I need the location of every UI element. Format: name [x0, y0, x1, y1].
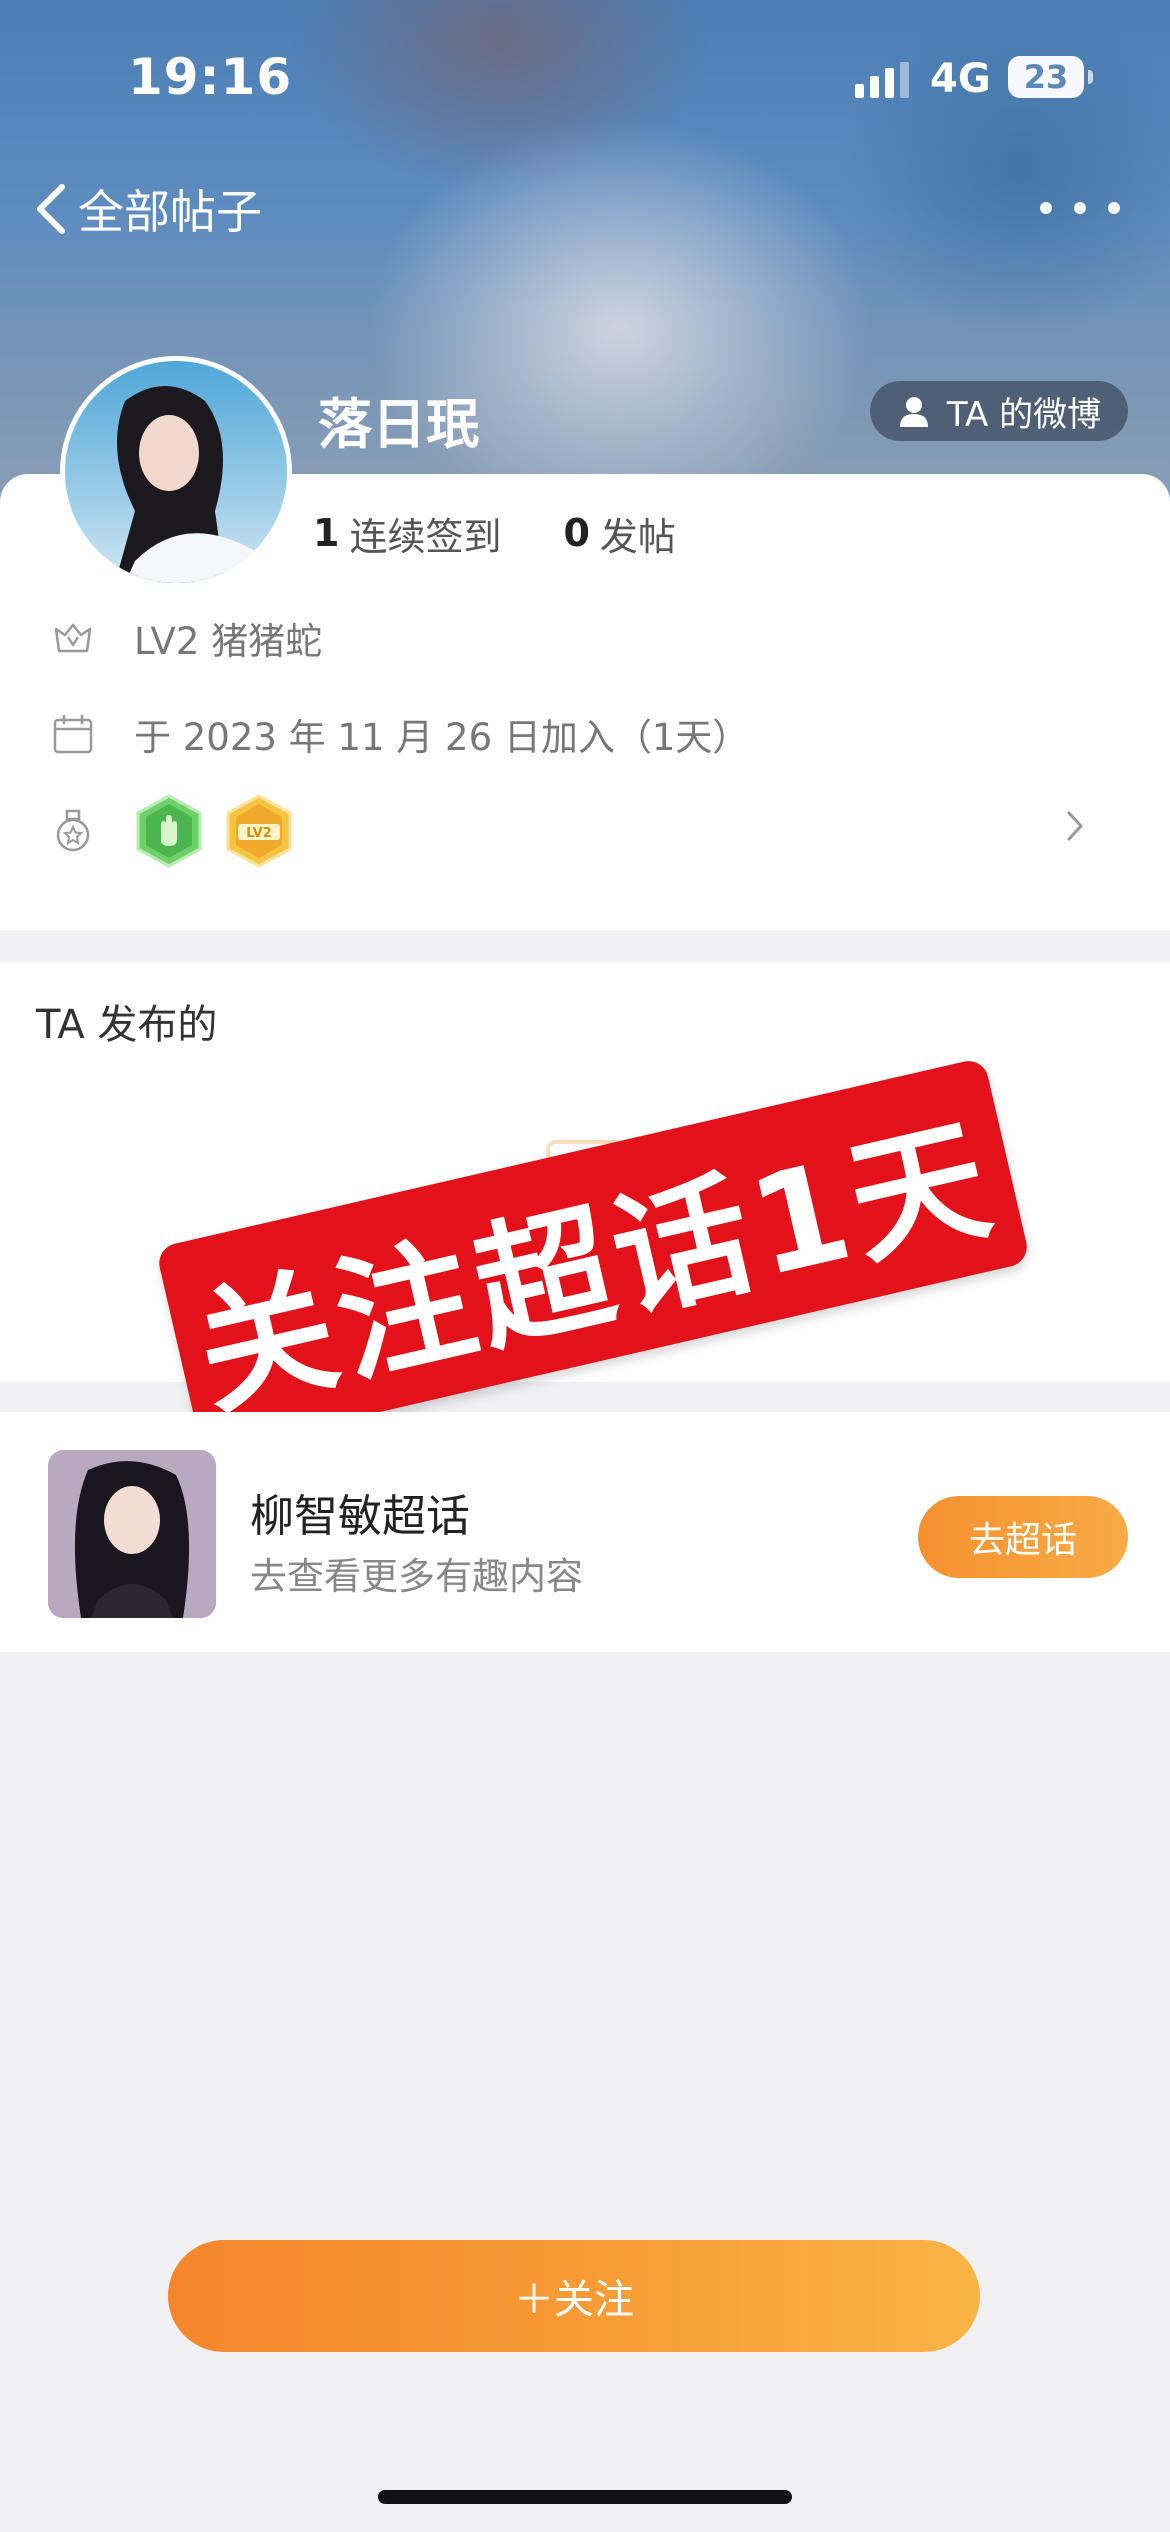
badges-row[interactable]: LV2: [48, 794, 1128, 868]
svg-text:LV2: LV2: [246, 826, 272, 841]
signin-count: 1: [313, 511, 340, 555]
go-super-topic-button[interactable]: 去超话: [918, 1496, 1128, 1578]
battery-tip: [1088, 70, 1093, 84]
username: 落日珉: [318, 393, 480, 456]
posted-section-title: TA 发布的: [36, 1002, 218, 1048]
super-topic-row[interactable]: 柳智敏超话 去查看更多有趣内容 去超话: [0, 1412, 1170, 1652]
topic-description: 去查看更多有趣内容: [250, 1555, 583, 1598]
more-dot-icon: [1040, 202, 1052, 214]
post-count: 0: [563, 511, 590, 555]
level-row: LV2 猪猪蛇: [48, 608, 1128, 668]
post-label: 发帖: [599, 514, 676, 559]
avatar-image: [65, 361, 287, 583]
medal-icon: [48, 806, 98, 856]
lv2-badge-icon[interactable]: LV2: [224, 794, 294, 868]
back-label: 全部帖子: [78, 185, 262, 239]
follow-button[interactable]: ＋关注: [168, 2240, 980, 2352]
avatar[interactable]: [60, 356, 292, 588]
nav-bar: 全部帖子: [0, 160, 1170, 260]
more-options-button[interactable]: [1040, 188, 1120, 228]
join-date-row: 于 2023 年 11 月 26 日加入（1天）: [48, 704, 1128, 764]
ta-weibo-label: TA 的微博: [946, 394, 1102, 435]
more-dot-icon: [1074, 202, 1086, 214]
status-time: 19:16: [128, 48, 293, 106]
crown-icon: [48, 613, 98, 663]
signal-icon: [855, 62, 909, 98]
stats-row: 1 连续签到 0 发帖: [313, 505, 676, 561]
back-button[interactable]: 全部帖子: [30, 174, 262, 244]
battery-icon: 23: [1008, 56, 1084, 98]
signin-label: 连续签到: [349, 514, 502, 559]
chevron-left-icon: [37, 184, 65, 234]
calendar-icon: [48, 709, 98, 759]
hand-badge-icon[interactable]: [134, 794, 204, 868]
ta-weibo-button[interactable]: TA 的微博: [870, 381, 1128, 441]
level-text: LV2 猪猪蛇: [134, 620, 323, 663]
person-icon: [899, 397, 928, 427]
home-indicator: [378, 2490, 792, 2504]
network-type: 4G: [930, 56, 991, 102]
battery-level: 23: [1023, 58, 1069, 96]
more-dot-icon: [1108, 202, 1120, 214]
topic-thumbnail: [48, 1450, 216, 1618]
chevron-right-icon[interactable]: [1064, 808, 1086, 844]
join-date-text: 于 2023 年 11 月 26 日加入（1天）: [134, 716, 750, 759]
status-bar: 19:16 4G 23: [0, 0, 1170, 150]
topic-name: 柳智敏超话: [250, 1491, 470, 1542]
